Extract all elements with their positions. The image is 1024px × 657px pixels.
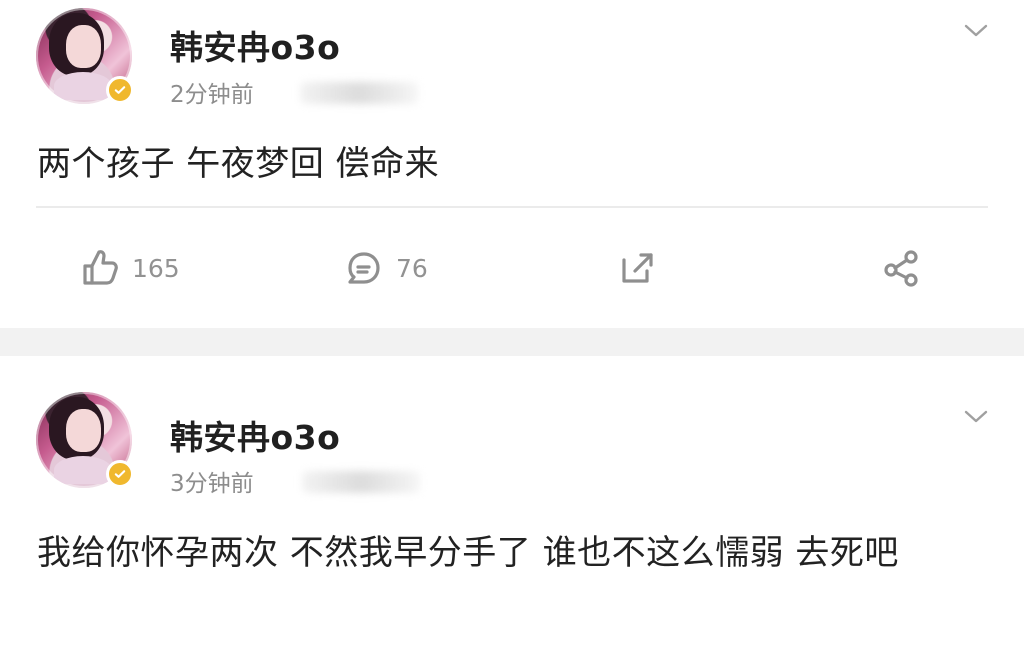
post-time: 2分钟前 xyxy=(170,82,254,108)
like-button[interactable]: 165 xyxy=(78,240,180,296)
verified-badge-icon xyxy=(106,460,134,488)
repost-icon xyxy=(622,253,653,283)
post-content: 我给你怀孕两次 不然我早分手了 谁也不这么懦弱 去死吧 xyxy=(37,533,899,573)
blurred-source-info xyxy=(300,82,418,104)
comment-count: 76 xyxy=(396,253,428,283)
comment-button[interactable]: 76 xyxy=(342,240,428,296)
like-count: 165 xyxy=(132,253,180,283)
thumbs-up-icon xyxy=(83,250,118,285)
post-divider xyxy=(36,206,988,208)
share-button[interactable] xyxy=(880,240,922,296)
post-card: 韩安冉o3o 2分钟前 两个孩子 午夜梦回 偿命来 165 76 xyxy=(0,0,1024,328)
verified-badge-icon xyxy=(106,76,134,104)
chevron-down-icon[interactable] xyxy=(962,406,990,426)
post-content: 两个孩子 午夜梦回 偿命来 xyxy=(37,144,440,184)
repost-button[interactable] xyxy=(616,240,658,296)
username[interactable]: 韩安冉o3o xyxy=(170,21,340,69)
chevron-down-icon[interactable] xyxy=(962,20,990,40)
post-actions: 165 76 xyxy=(0,240,1024,296)
social-feed: 韩安冉o3o 2分钟前 两个孩子 午夜梦回 偿命来 165 76 韩安冉o3o … xyxy=(0,0,1024,657)
comment-icon xyxy=(348,252,380,284)
post-card: 韩安冉o3o 3分钟前 我给你怀孕两次 不然我早分手了 谁也不这么懦弱 去死吧 xyxy=(0,356,1024,657)
blurred-source-info xyxy=(302,471,420,493)
username[interactable]: 韩安冉o3o xyxy=(170,411,340,459)
post-time: 3分钟前 xyxy=(170,471,254,497)
share-icon xyxy=(884,250,918,287)
